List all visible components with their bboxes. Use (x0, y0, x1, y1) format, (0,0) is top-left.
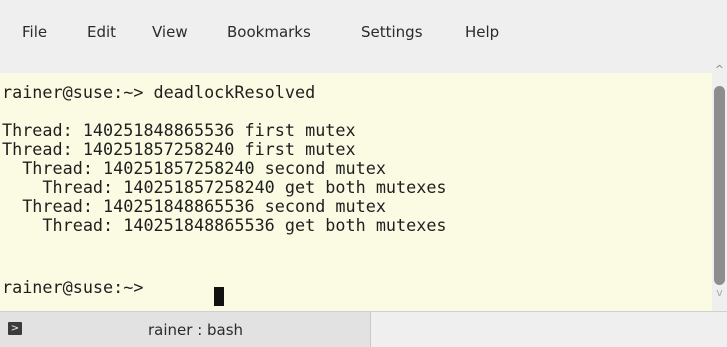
terminal-line-4: Thread: 140251857258240 first mutex (2, 139, 356, 159)
scroll-down-icon[interactable]: v (712, 287, 727, 299)
terminal-line-1: rainer@suse:~> deadlockResolved (2, 82, 316, 102)
tab-bash[interactable]: > rainer : bash (0, 312, 371, 347)
terminal-scrollbar[interactable]: ^ v (712, 56, 727, 311)
terminal-line-8: Thread: 140251848865536 get both mutexes (2, 215, 447, 235)
menu-bookmarks[interactable]: Bookmarks (227, 22, 311, 42)
tab-label: rainer : bash (148, 321, 244, 339)
scrollbar-thumb[interactable] (714, 86, 725, 285)
menu-file[interactable]: File (22, 22, 47, 42)
scroll-up-icon[interactable]: ^ (712, 64, 727, 76)
terminal-line-5: Thread: 140251857258240 second mutex (2, 158, 386, 178)
menu-view[interactable]: View (152, 22, 188, 42)
terminal-cursor (214, 287, 224, 306)
terminal-output[interactable]: rainer@suse:~> deadlockResolved Thread: … (0, 73, 712, 311)
menu-settings[interactable]: Settings (361, 22, 423, 42)
terminal-icon: > (8, 322, 22, 335)
tab-bar: > rainer : bash (0, 311, 727, 347)
terminal-prompt-line: rainer@suse:~> (2, 277, 154, 297)
menu-bar: File Edit View Bookmarks Settings Help (0, 0, 727, 73)
terminal-line-7: Thread: 140251848865536 second mutex (2, 196, 386, 216)
menu-help[interactable]: Help (465, 22, 499, 42)
terminal-line-6: Thread: 140251857258240 get both mutexes (2, 177, 447, 197)
menu-edit[interactable]: Edit (87, 22, 116, 42)
terminal-line-3: Thread: 140251848865536 first mutex (2, 120, 356, 140)
